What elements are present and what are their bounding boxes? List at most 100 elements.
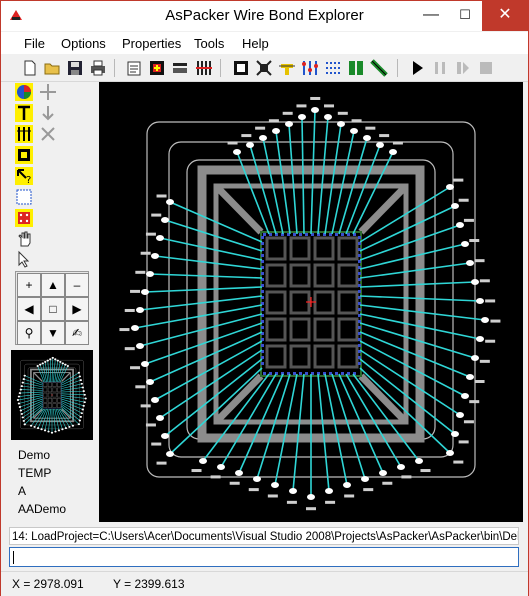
pan-up-button[interactable]: ▲ [41,273,65,297]
bond-pad [42,392,43,394]
select-box-icon[interactable] [232,59,250,77]
navigation-pad: + ▲ – ◀ □ ▶ ⚲ ▼ ✍ [15,271,89,345]
step-icon[interactable] [454,59,472,77]
print-icon[interactable] [89,59,107,77]
bond-pad [335,372,338,375]
project-list-item[interactable]: AADemo [18,502,66,516]
move-icon[interactable] [39,83,57,101]
menu-help[interactable]: Help [242,36,269,51]
wire-bond-drawing[interactable] [99,82,523,522]
bond-ball [54,430,57,433]
pan-right-button[interactable]: ▶ [65,297,89,321]
bond-pad [61,389,62,390]
add-die-icon[interactable] [148,59,166,77]
wire-label [479,279,490,283]
die-attach-icon[interactable] [255,59,273,77]
substrate-icon[interactable] [171,59,189,77]
wire-label [485,339,496,343]
save-icon[interactable] [66,59,84,77]
wire-tool-icon[interactable] [278,59,296,77]
wire-label [310,96,321,100]
bond-ball [233,149,241,155]
pause-icon[interactable] [431,59,449,77]
new-file-icon[interactable] [21,59,39,77]
overview-preview[interactable] [11,350,93,440]
play-icon[interactable] [408,59,426,77]
delete-icon[interactable] [39,125,57,143]
align-icon[interactable] [301,59,319,77]
die-cell [47,403,52,408]
wire-label [490,319,501,323]
bond-pad [42,382,43,383]
text-tool-icon[interactable] [15,104,33,122]
zoom-in-button[interactable]: + [17,273,41,297]
project-list-item[interactable]: Demo [18,448,50,462]
bond-wire [317,373,330,492]
pan-left-button[interactable]: ◀ [17,297,41,321]
wire-label [474,259,485,263]
tie-bar [61,372,71,382]
bond-pad [347,233,350,236]
bond-ball [64,363,67,366]
menu-options[interactable]: Options [61,36,106,51]
select-pads-icon[interactable] [15,209,33,227]
fit-view-button[interactable]: □ [41,297,65,321]
wire-label [135,270,146,274]
hand-icon[interactable] [15,230,33,248]
bond-wire [159,349,263,419]
bond-ball [253,476,261,482]
wire-label [351,119,362,123]
bond-pad [263,233,266,236]
bond-ball [64,427,68,430]
properties-icon[interactable] [125,59,143,77]
pointer-icon[interactable] [15,250,33,268]
bars-tool-icon[interactable] [15,125,33,143]
open-folder-icon[interactable] [43,59,61,77]
menu-properties[interactable]: Properties [122,36,181,51]
grid-icon[interactable] [324,59,342,77]
wire-label [267,494,278,498]
bond-ball [18,392,22,395]
project-list-item[interactable]: A [18,484,26,498]
bond-pad [341,372,344,375]
route-icon[interactable] [370,59,388,77]
pan-down-button[interactable]: ▼ [41,321,65,345]
bond-wire [59,408,74,426]
pan-hand-button[interactable]: ✍ [65,321,89,345]
bond-pad [341,233,344,236]
maximize-button[interactable]: ☐ [448,1,482,31]
bond-fingers-icon[interactable] [194,59,212,77]
bond-ball [56,359,59,362]
menu-file[interactable]: File [24,36,45,51]
bond-ball [272,128,280,134]
command-input[interactable] [9,547,519,567]
layers-icon[interactable] [347,59,365,77]
project-list-item[interactable]: TEMP [18,466,51,480]
move-down-icon[interactable] [39,104,57,122]
layout-canvas[interactable] [99,82,523,522]
color-wheel-icon[interactable] [15,83,33,101]
bond-ball [289,488,297,494]
bond-ball [259,135,267,141]
select-region-icon[interactable] [15,188,33,206]
menu-bar: File Options Properties Tools Help [1,32,528,54]
chip-tool-icon[interactable] [15,146,33,164]
tool-panel: ? + ▲ – ◀ □ ▶ ⚲ ▼ ✍ Demo TEMP A AADemo [1,82,97,522]
hint-tool-icon[interactable]: ? [15,167,33,185]
die-cell [47,397,52,403]
bond-ball [79,379,82,382]
menu-tools[interactable]: Tools [194,36,224,51]
bond-pad [42,406,43,408]
die-cell [43,387,48,393]
bond-ball [376,142,384,148]
minimize-button[interactable]: — [414,1,448,31]
command-log: 14: LoadProject=C:\Users\Acer\Documents\… [9,527,519,545]
text-caret [13,551,14,564]
stop-icon[interactable] [477,59,495,77]
bond-wire [202,373,270,462]
zoom-out-button[interactable]: – [65,273,89,297]
bond-ball [471,355,479,361]
close-button[interactable]: ✕ [482,1,528,31]
die-cell [265,344,287,369]
zoom-tool-button[interactable]: ⚲ [17,321,41,345]
